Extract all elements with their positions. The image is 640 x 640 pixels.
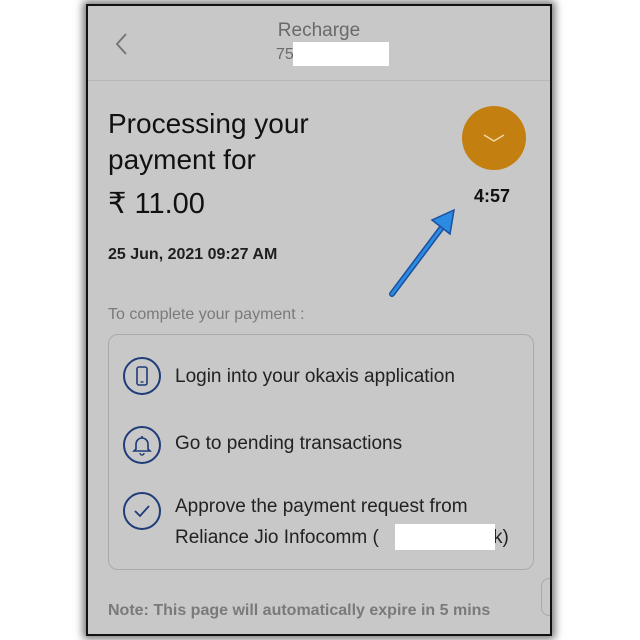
redaction-box <box>293 42 389 66</box>
step-text: Approve the payment request from <box>175 496 468 517</box>
payment-datetime: 25 Jun, 2021 09:27 AM <box>108 246 278 263</box>
header-title: Recharge <box>277 20 361 41</box>
countdown-timer: 4:57 <box>474 186 511 206</box>
steps-card: Login into your okaxis application Go to… <box>108 334 534 570</box>
step-text: Login into your okaxis application <box>175 366 455 387</box>
check-icon <box>123 492 161 530</box>
app-header: Recharge 75 <box>88 6 550 81</box>
annotation-arrow-icon <box>389 208 455 297</box>
redaction-box <box>395 524 495 550</box>
header-phone-number: 75 <box>276 46 294 63</box>
phone-screen: Recharge 75 Processing your payment for … <box>86 4 552 636</box>
step-text: k) <box>493 527 509 548</box>
instructions-label: To complete your payment : <box>108 306 305 323</box>
chevron-down-icon <box>483 134 505 142</box>
scroll-handle[interactable] <box>541 578 550 616</box>
step-text: Go to pending transactions <box>175 433 403 454</box>
expiry-note: Note: This page will automatically expir… <box>108 602 491 619</box>
bell-icon <box>123 426 161 464</box>
processing-title: Processing your payment for <box>108 108 309 175</box>
expand-button[interactable] <box>462 106 526 170</box>
payment-amount: ₹ 11.00 <box>108 188 205 220</box>
phone-icon <box>123 357 161 395</box>
step-text: Reliance Jio Infocomm ( <box>175 527 379 548</box>
